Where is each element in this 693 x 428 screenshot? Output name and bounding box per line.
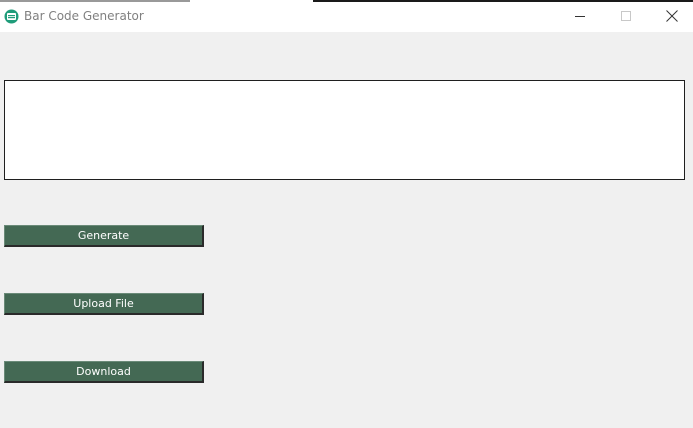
download-button[interactable]: Download [4, 361, 204, 383]
close-button[interactable] [649, 0, 693, 32]
upload-file-button[interactable]: Upload File [4, 293, 204, 315]
title-bar[interactable]: Bar Code Generator [0, 0, 693, 32]
close-icon [666, 10, 678, 22]
generate-button[interactable]: Generate [4, 225, 204, 247]
app-icon [4, 9, 19, 24]
maximize-icon [621, 11, 631, 21]
minimize-icon [575, 16, 585, 17]
window-title: Bar Code Generator [24, 9, 144, 23]
background-window-edge [0, 0, 190, 2]
minimize-button[interactable] [557, 0, 603, 32]
barcode-text-input[interactable] [4, 80, 685, 180]
maximize-button[interactable] [603, 0, 649, 32]
